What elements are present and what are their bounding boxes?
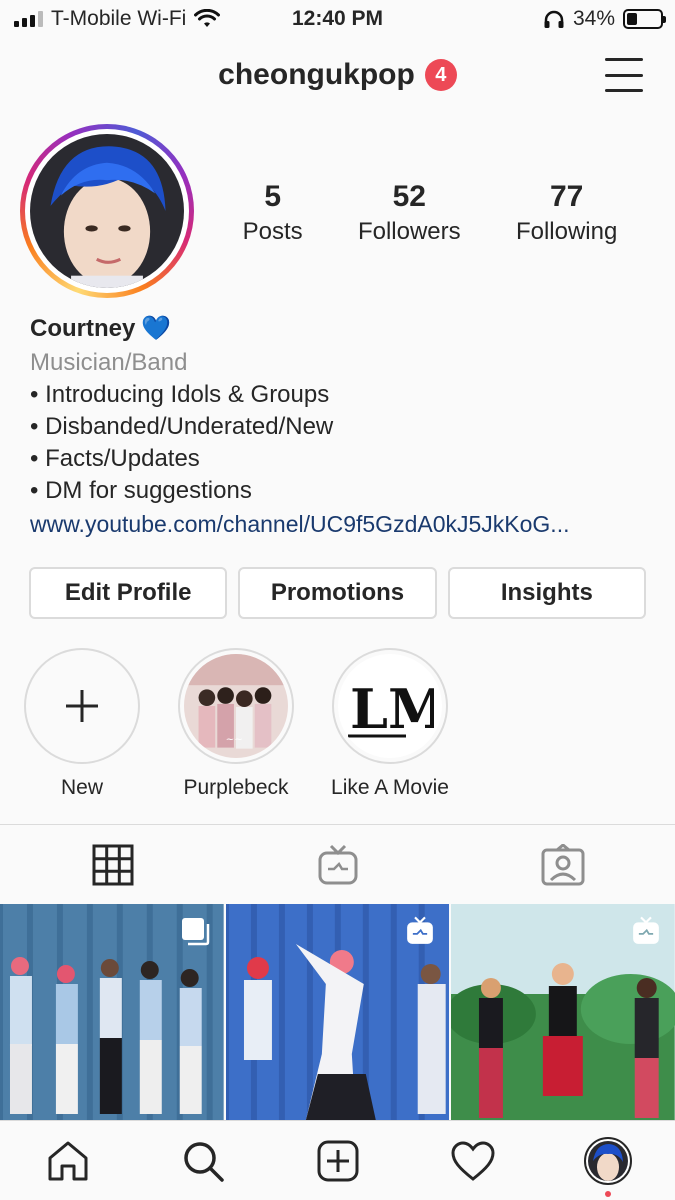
account-switcher[interactable]: cheongukpop 4 [0, 58, 675, 92]
igtv-badge-icon [633, 916, 659, 944]
home-icon [48, 1141, 87, 1180]
followers-count: 52 [392, 180, 426, 213]
following-label: Following [515, 218, 618, 245]
lm-logo: LM [348, 677, 434, 741]
add-post-icon [317, 1140, 358, 1181]
posts-count: 5 [264, 180, 281, 213]
tab-tagged[interactable] [450, 825, 675, 904]
highlight-label: Like A Movie [331, 776, 449, 799]
bio-category: Musician/Band [30, 349, 188, 376]
nav-search[interactable] [173, 1131, 233, 1191]
display-name: Courtney [30, 314, 136, 342]
bio-website-link[interactable]: www.youtube.com/channel/UC9f5GzdA0kJ5JkK… [30, 511, 645, 538]
posts-label: Posts [242, 218, 303, 245]
post-thumbnail[interactable] [451, 904, 675, 1120]
blue-heart-emoji: 💙 [141, 315, 172, 342]
tab-grid[interactable] [0, 825, 225, 904]
notification-badge: 4 [424, 59, 457, 91]
battery-label: 34% [572, 7, 615, 30]
svg-text:~~: ~~ [226, 733, 243, 745]
profile-header: cheongukpop 4 [0, 52, 675, 102]
heart-icon [450, 1140, 495, 1181]
bio-line: • Facts/Updates [30, 445, 200, 472]
svg-text:LM: LM [350, 677, 434, 741]
battery-icon [623, 9, 666, 29]
nav-new-post[interactable] [308, 1131, 368, 1191]
highlight-like-a-movie[interactable]: LM Like A Movie [328, 648, 452, 800]
new-highlight-circle[interactable] [24, 648, 140, 764]
headphones-icon [544, 10, 564, 28]
followers-label: Followers [357, 218, 461, 245]
nav-home[interactable] [38, 1131, 98, 1191]
profile-stats: 5 Posts 52 Followers 77 Following [215, 180, 645, 246]
header-username[interactable]: cheongukpop [218, 58, 415, 92]
hamburger-menu-icon[interactable] [605, 58, 643, 92]
profile-bio: Courtney 💙 Musician/Band • Introducing I… [30, 314, 645, 538]
status-right: 34% [543, 7, 666, 31]
igtv-badge-icon [407, 916, 434, 944]
search-icon [183, 1141, 224, 1182]
promotions-button[interactable]: Promotions [238, 567, 437, 619]
profile-avatar[interactable] [20, 124, 194, 298]
profile-photo [30, 134, 184, 288]
plus-icon [66, 690, 98, 722]
igtv-icon [318, 844, 357, 884]
edit-profile-button[interactable]: Edit Profile [29, 567, 228, 619]
post-thumbnail[interactable] [0, 904, 224, 1120]
nav-activity[interactable] [443, 1131, 503, 1191]
notification-dot [604, 1190, 611, 1197]
bottom-navigation [0, 1120, 675, 1200]
highlight-cover[interactable]: ~~ [178, 648, 294, 764]
grid-icon [92, 844, 133, 885]
status-bar: T-Mobile Wi-Fi 12:40 PM 34% [0, 0, 675, 38]
insights-button[interactable]: Insights [447, 567, 646, 619]
profile-tabs [0, 824, 675, 904]
post-thumbnail[interactable] [225, 904, 450, 1120]
followers-stat[interactable]: 52 Followers [358, 180, 461, 246]
tagged-icon [541, 843, 584, 885]
tab-igtv[interactable] [225, 825, 450, 904]
highlight-new[interactable]: New [20, 648, 144, 800]
bio-line: • Disbanded/Underated/New [30, 413, 334, 440]
posts-grid [0, 904, 675, 1120]
carousel-icon [181, 918, 209, 946]
posts-stat[interactable]: 5 Posts [243, 180, 303, 246]
bio-name-row: Courtney 💙 [30, 314, 645, 343]
following-stat[interactable]: 77 Following [516, 180, 617, 246]
bio-line: • DM for suggestions [30, 477, 252, 504]
profile-action-buttons: Edit Profile Promotions Insights [29, 567, 646, 619]
highlight-cover[interactable]: LM [332, 648, 448, 764]
highlight-purplebeck[interactable]: ~~ Purplebeck [174, 648, 298, 800]
profile-avatar [583, 1136, 632, 1185]
bio-line: • Introducing Idols & Groups [30, 381, 330, 408]
following-count: 77 [549, 180, 584, 213]
highlight-label: New [60, 776, 103, 799]
story-highlights: New ~~ Purplebeck LM [20, 648, 452, 800]
nav-profile[interactable] [578, 1131, 638, 1197]
highlight-label: Purplebeck [183, 776, 289, 799]
